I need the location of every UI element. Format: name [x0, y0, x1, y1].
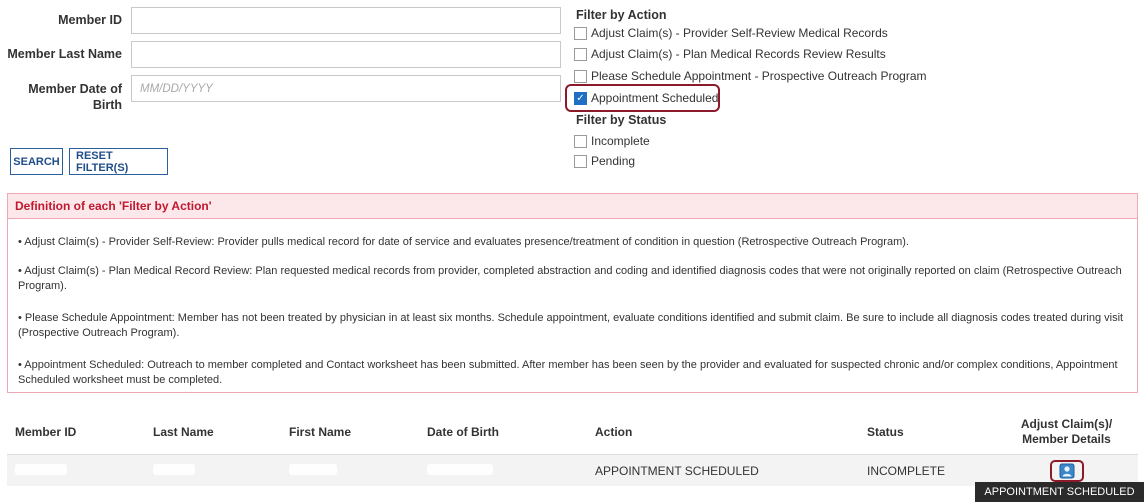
table-row: APPOINTMENT SCHEDULED INCOMPLETE — [7, 454, 1138, 486]
redacted-value — [289, 463, 337, 475]
col-adjust-claims-member-details: Adjust Claim(s)/ Member Details — [995, 409, 1138, 455]
filter-by-action-heading: Filter by Action — [576, 8, 667, 22]
col-header-line2: Member Details — [1022, 431, 1111, 446]
definition-schedule-appointment: • Please Schedule Appointment: Member ha… — [18, 312, 1124, 339]
col-last-name[interactable]: Last Name — [145, 409, 281, 455]
checkbox-icon[interactable] — [574, 154, 587, 168]
col-member-id[interactable]: Member ID — [7, 409, 145, 455]
filter-option-label: Pending — [591, 154, 636, 168]
filter-definitions-heading: Definition of each 'Filter by Action' — [8, 194, 1137, 219]
definition-appointment-scheduled: • Appointment Scheduled: Outreach to mem… — [18, 359, 1118, 386]
checkbox-icon[interactable] — [574, 134, 587, 148]
col-status[interactable]: Status — [859, 409, 995, 455]
checkbox-icon[interactable] — [574, 47, 587, 61]
definition-plan-review: • Adjust Claim(s) - Plan Medical Record … — [18, 265, 1122, 292]
filter-option-label: Please Schedule Appointment - Prospectiv… — [591, 69, 927, 83]
filter-action-provider-self-review[interactable]: Adjust Claim(s) - Provider Self-Review M… — [574, 25, 888, 41]
filter-option-label: Adjust Claim(s) - Plan Medical Records R… — [591, 47, 886, 61]
appointment-scheduled-tooltip: APPOINTMENT SCHEDULED — [975, 482, 1144, 502]
cell-last-name — [145, 454, 281, 486]
member-last-name-input[interactable] — [131, 41, 561, 68]
filter-status-incomplete[interactable]: Incomplete — [574, 133, 650, 149]
results-table: Member ID Last Name First Name Date of B… — [7, 409, 1138, 486]
cell-member-id — [7, 454, 145, 486]
member-dob-label: Member Date of Birth — [20, 81, 122, 113]
checkbox-icon[interactable] — [574, 69, 587, 83]
cell-date-of-birth — [419, 454, 587, 486]
member-id-input[interactable] — [131, 7, 561, 34]
filter-action-schedule-appointment[interactable]: Please Schedule Appointment - Prospectiv… — [574, 68, 927, 84]
member-details-icon[interactable] — [1059, 463, 1075, 479]
filter-option-label: Adjust Claim(s) - Provider Self-Review M… — [591, 26, 888, 40]
table-header-row: Member ID Last Name First Name Date of B… — [7, 409, 1138, 455]
filter-definitions-panel: Definition of each 'Filter by Action' • … — [7, 193, 1138, 393]
member-id-label: Member ID — [58, 13, 122, 27]
filter-option-label: Incomplete — [591, 134, 650, 148]
col-date-of-birth[interactable]: Date of Birth — [419, 409, 587, 455]
search-button[interactable]: SEARCH — [10, 148, 63, 175]
col-action[interactable]: Action — [587, 409, 859, 455]
col-header-line1: Adjust Claim(s)/ — [1020, 416, 1113, 431]
cell-action: APPOINTMENT SCHEDULED — [587, 454, 859, 486]
filter-by-status-heading: Filter by Status — [576, 113, 667, 127]
highlight-outline — [565, 84, 720, 112]
filter-action-plan-review[interactable]: Adjust Claim(s) - Plan Medical Records R… — [574, 46, 886, 62]
redacted-value — [153, 463, 195, 475]
member-dob-input[interactable] — [131, 75, 561, 102]
checkbox-icon[interactable] — [574, 26, 587, 40]
definition-provider-self-review: • Adjust Claim(s) - Provider Self-Review… — [18, 236, 909, 248]
cell-first-name — [281, 454, 419, 486]
redacted-value — [15, 463, 67, 475]
redacted-value — [427, 463, 493, 475]
member-last-name-label: Member Last Name — [7, 47, 122, 61]
dob-label-line2: Birth — [92, 98, 122, 112]
col-first-name[interactable]: First Name — [281, 409, 419, 455]
highlight-outline — [1049, 459, 1084, 482]
dob-label-line1: Member Date of — [28, 82, 122, 96]
filter-status-pending[interactable]: Pending — [574, 153, 635, 169]
reset-filters-button[interactable]: RESET FILTER(S) — [69, 148, 168, 175]
